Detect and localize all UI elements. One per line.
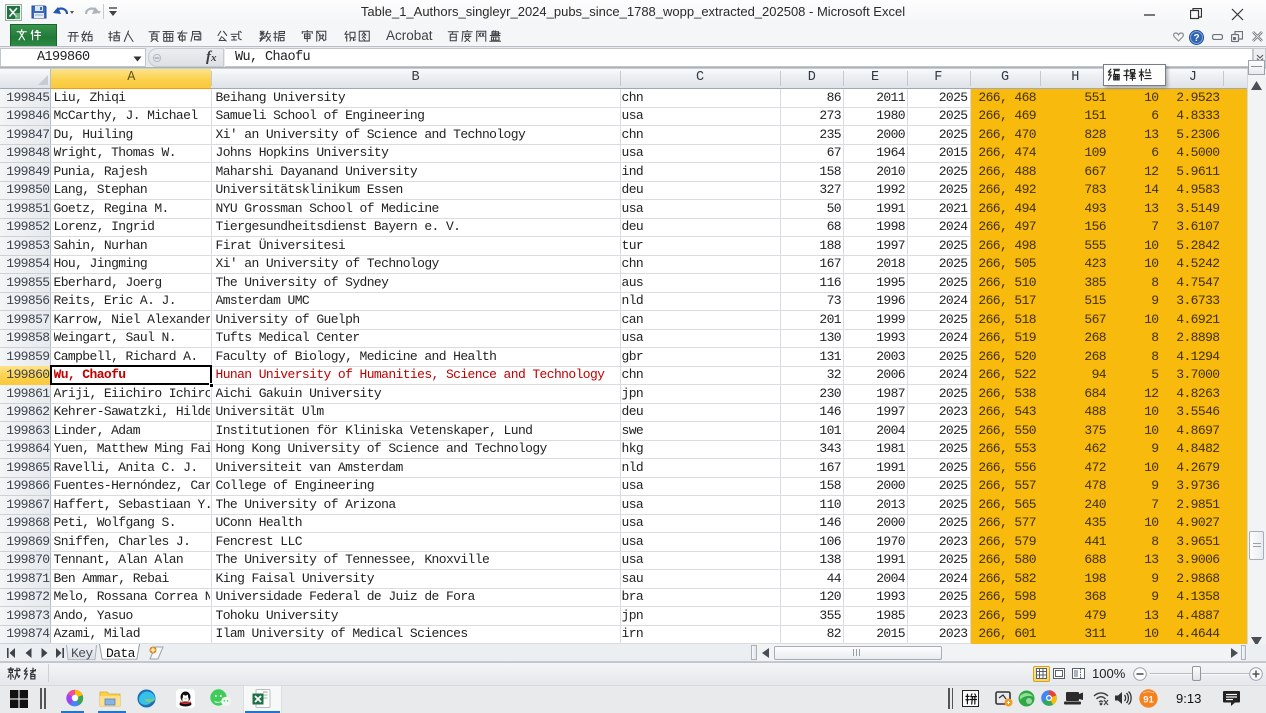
- svg-text:91: 91: [1143, 695, 1154, 706]
- svg-text:?: ?: [1193, 33, 1199, 44]
